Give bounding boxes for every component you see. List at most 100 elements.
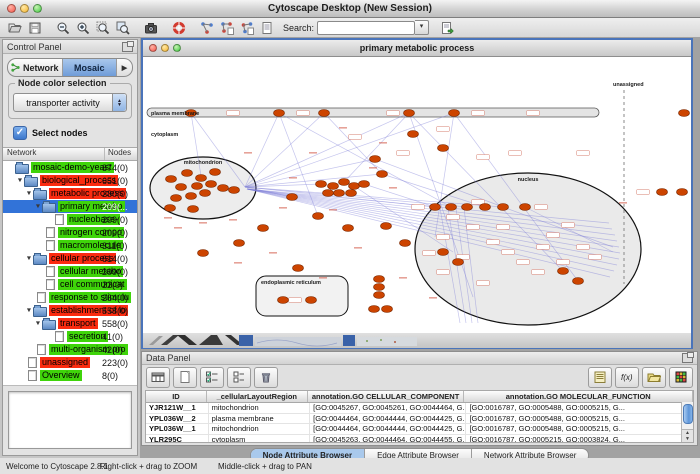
tree-row[interactable]: response to stimulu264(0): [3, 291, 137, 304]
network-node[interactable]: [430, 204, 441, 211]
network-node[interactable]: [374, 276, 385, 283]
network-node[interactable]: [377, 171, 388, 178]
matrix-icon[interactable]: [669, 367, 693, 388]
network-node[interactable]: [558, 268, 569, 275]
scrollbar-buttons[interactable]: ▲▼: [682, 429, 693, 442]
zoom-fit-icon[interactable]: [93, 19, 113, 36]
network-node[interactable]: [343, 225, 354, 232]
report-icon[interactable]: [257, 19, 277, 36]
network-node[interactable]: [218, 185, 229, 192]
tree-row[interactable]: ▼metabolic process280(0): [3, 187, 137, 200]
expand-triangle-icon[interactable]: ▼: [34, 320, 42, 326]
network-node[interactable]: [287, 194, 298, 201]
search-input[interactable]: [317, 21, 415, 35]
network-node[interactable]: [206, 181, 217, 188]
save-session-icon[interactable]: [25, 19, 45, 36]
zoom-out-icon[interactable]: [53, 19, 73, 36]
tree-row[interactable]: cell communicat22(0): [3, 278, 137, 291]
network-node[interactable]: [313, 213, 324, 220]
network-node[interactable]: [400, 240, 411, 247]
network-view-titlebar[interactable]: primary metabolic process: [143, 40, 691, 57]
network-from-selection-icon[interactable]: [197, 19, 217, 36]
network-node[interactable]: [196, 175, 207, 182]
network-node[interactable]: [370, 156, 381, 163]
table-row[interactable]: YLR295Ccytoplasm[GO:0045263, GO:0044464,…: [146, 435, 693, 444]
network-node[interactable]: [498, 204, 509, 211]
select-nodes-checkbox[interactable]: ✓: [13, 126, 27, 140]
expand-triangle-icon[interactable]: ▼: [34, 203, 42, 209]
float-data-panel-icon[interactable]: [682, 353, 693, 363]
table-column-header[interactable]: annotation.GO CELLULAR_COMPONENT: [308, 391, 465, 402]
birds-eye-view[interactable]: [8, 391, 132, 449]
network-node[interactable]: [165, 205, 176, 212]
expand-triangle-icon[interactable]: ▼: [25, 190, 33, 196]
tree-row[interactable]: macromolecule311(0): [3, 239, 137, 252]
tree-row[interactable]: Overview8(0): [3, 369, 137, 382]
network-node[interactable]: [182, 170, 193, 177]
network-node[interactable]: [198, 250, 209, 257]
network-node[interactable]: [438, 145, 449, 152]
function-builder-icon[interactable]: f(x): [615, 367, 639, 388]
frame-close-button[interactable]: [149, 44, 157, 52]
network-node[interactable]: [200, 190, 211, 197]
expand-triangle-icon[interactable]: ▼: [16, 177, 24, 183]
network-node[interactable]: [382, 306, 393, 313]
table-row[interactable]: YPL036W__1mitochondrion[GO:0044464, GO:0…: [146, 424, 693, 435]
tree-row[interactable]: ▼biological_process651(0): [3, 174, 137, 187]
network-node[interactable]: [229, 187, 240, 194]
network-node[interactable]: [210, 169, 221, 176]
network-node[interactable]: [293, 265, 304, 272]
export-icon[interactable]: [437, 19, 457, 36]
network-node[interactable]: [166, 176, 177, 183]
more-tabs-button[interactable]: ▶: [117, 59, 132, 76]
tree-row[interactable]: ▼transport558(0): [3, 317, 137, 330]
node-color-dropdown[interactable]: transporter activity ▲▼: [13, 93, 127, 112]
attribute-batch-icon[interactable]: [588, 367, 612, 388]
network-node[interactable]: [462, 204, 473, 211]
network-node[interactable]: [404, 110, 415, 117]
snapshot-icon[interactable]: [141, 19, 161, 36]
scrollbar-thumb[interactable]: [683, 404, 693, 424]
tab-mosaic[interactable]: Mosaic: [63, 59, 118, 76]
network-node[interactable]: [573, 278, 584, 285]
network-node[interactable]: [449, 110, 460, 117]
tree-row[interactable]: nucleobase-209(0): [3, 213, 137, 226]
window-titlebar[interactable]: Cytoscape Desktop (New Session): [0, 0, 700, 18]
frame-zoom-button[interactable]: [173, 44, 181, 52]
tree-row[interactable]: multi-organism pro42(0): [3, 343, 137, 356]
import-attributes-icon[interactable]: [642, 367, 666, 388]
close-button[interactable]: [7, 4, 16, 13]
attribute-table-icon[interactable]: [146, 367, 170, 388]
network-node[interactable]: [339, 179, 350, 186]
network-node[interactable]: [381, 223, 392, 230]
expand-triangle-icon[interactable]: ▼: [25, 307, 33, 313]
minimize-button[interactable]: [20, 4, 29, 13]
network-node[interactable]: [346, 190, 357, 197]
network-from-selection-edges-icon[interactable]: [217, 19, 237, 36]
network-node[interactable]: [258, 225, 269, 232]
float-panel-icon[interactable]: [122, 42, 133, 52]
tab-network[interactable]: Network: [8, 59, 63, 76]
network-canvas[interactable]: plasma membranecytoplasmmitochondrionnuc…: [143, 57, 691, 333]
table-column-header[interactable]: ID: [146, 391, 207, 402]
network-node[interactable]: [323, 190, 334, 197]
network-node[interactable]: [192, 183, 203, 190]
network-node[interactable]: [359, 181, 370, 188]
network-node[interactable]: [278, 297, 289, 304]
table-column-header[interactable]: _cellularLayoutRegion: [207, 391, 308, 402]
table-scrollbar[interactable]: ▲▼: [681, 402, 693, 442]
help-icon[interactable]: [169, 19, 189, 36]
network-node[interactable]: [446, 204, 457, 211]
tree-row[interactable]: ▼primary metabo209(...: [3, 200, 137, 213]
network-node[interactable]: [438, 249, 449, 256]
network-node[interactable]: [176, 184, 187, 191]
network-node[interactable]: [408, 131, 419, 138]
network-node[interactable]: [316, 181, 327, 188]
delete-attribute-icon[interactable]: [254, 367, 278, 388]
expand-triangle-icon[interactable]: ▼: [25, 255, 33, 261]
zoom-region-icon[interactable]: [113, 19, 133, 36]
table-column-header[interactable]: annotation.GO MOLECULAR_FUNCTION: [464, 391, 693, 402]
network-node[interactable]: [374, 284, 385, 291]
table-row[interactable]: YPL036W__2plasma membrane[GO:0044464, GO…: [146, 414, 693, 425]
network-node[interactable]: [328, 183, 339, 190]
